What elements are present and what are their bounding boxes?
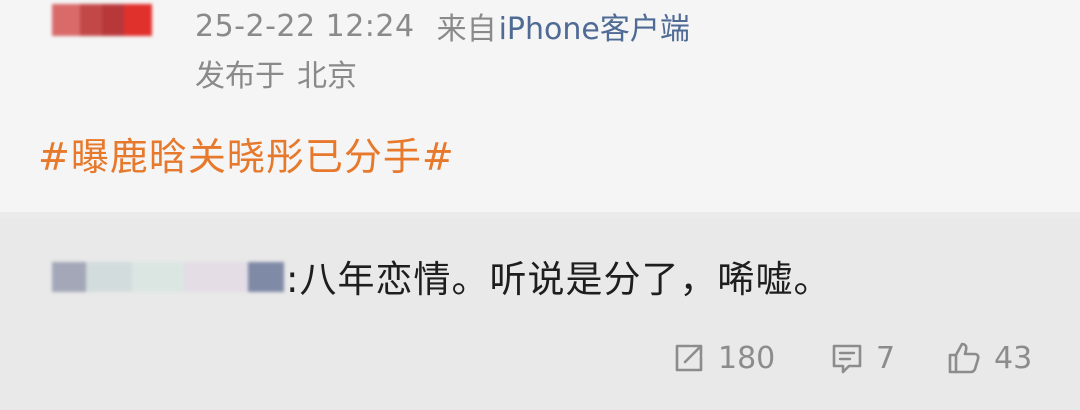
reply-section [0,218,1080,410]
repost-icon [672,341,706,375]
hashtag-link[interactable]: #曝鹿晗关晓彤已分手# [38,126,455,180]
location-city: 北京 [297,59,357,94]
repost-count: 180 [718,340,776,376]
comment-button[interactable]: 7 [830,336,895,380]
comment-count: 7 [876,340,896,376]
reply-text: :八年恋情。听说是分了，唏嘘。 [286,258,832,301]
client-link[interactable]: iPhone客户端 [499,4,690,48]
like-button[interactable]: 43 [946,336,1032,380]
action-bar: 180 7 43 [0,336,1080,380]
like-count: 43 [994,340,1033,376]
location-label: 发布于 [195,59,285,94]
author-name-redacted[interactable] [52,4,152,36]
thumbs-up-icon [946,340,982,376]
from-label: 来自 [436,12,497,47]
comment-icon [830,341,864,375]
reply-author-redacted[interactable] [52,262,284,292]
repost-button[interactable]: 180 [672,336,775,380]
weibo-card: 25-2-22 12:24 来自 iPhone客户端 发布于 北京 #曝鹿晗关晓… [0,0,1080,410]
post-meta: 25-2-22 12:24 来自 iPhone客户端 [195,4,690,48]
post-location: 发布于 北京 [195,52,357,94]
post-time: 25-2-22 12:24 [195,8,415,44]
